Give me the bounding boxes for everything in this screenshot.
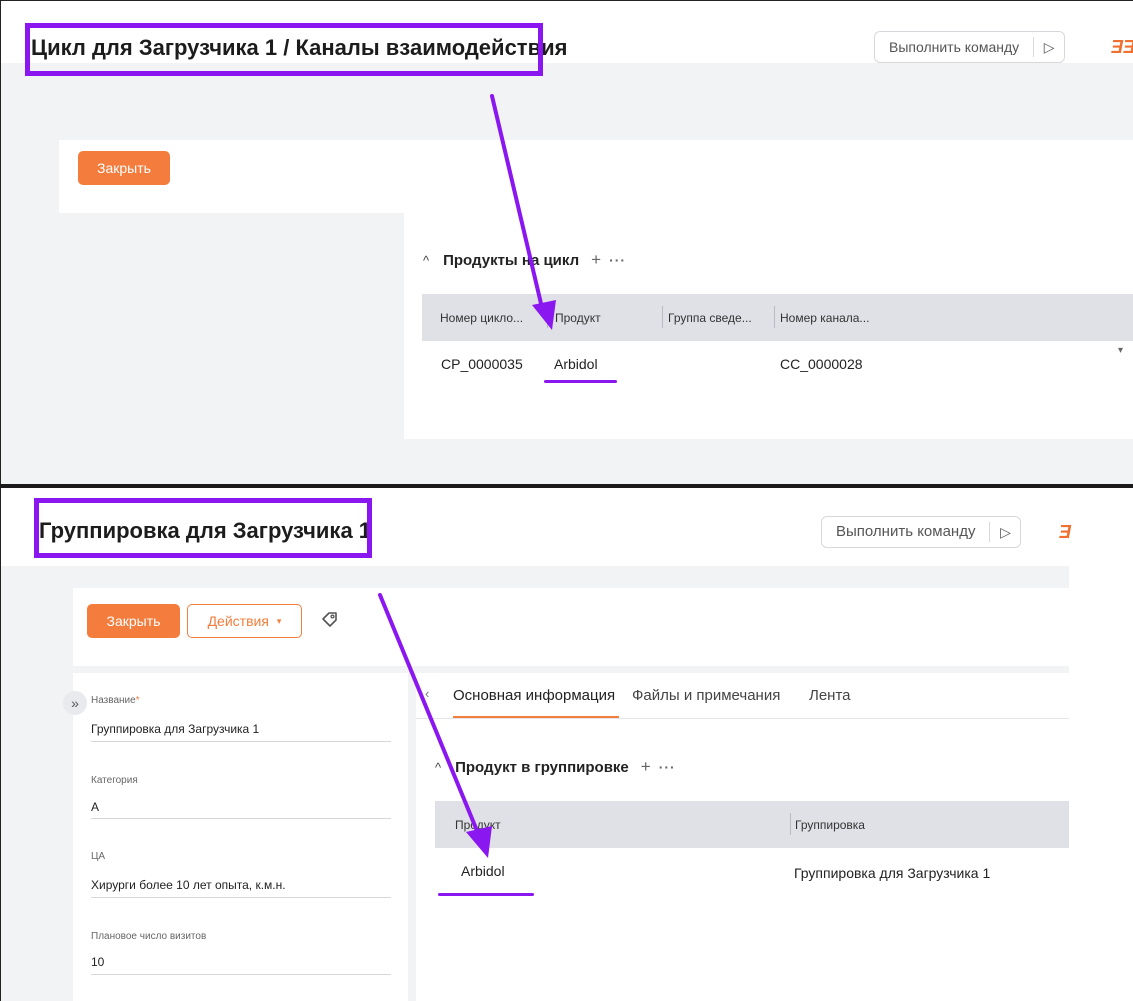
tab-main-info[interactable]: Основная информация xyxy=(453,687,615,704)
play-icon[interactable]: ▷ xyxy=(1034,39,1064,56)
play-icon[interactable]: ▷ xyxy=(990,524,1020,541)
column-header[interactable]: Группа сведе... xyxy=(668,294,752,341)
section-title: Продукты на цикл xyxy=(443,251,580,269)
annotation-underline xyxy=(438,893,534,896)
execute-command-box[interactable]: Выполнить команду ▷ xyxy=(821,516,1022,548)
toolbar-card xyxy=(59,140,1133,213)
field-underline xyxy=(91,974,391,975)
products-section-header: ^ Продукты на цикл + ··· xyxy=(423,250,626,270)
more-options-icon[interactable]: ··· xyxy=(609,252,626,268)
column-divider[interactable] xyxy=(790,813,791,835)
cycle-number-cell: CP_0000035 xyxy=(441,356,523,372)
brand-logo: ƎƎ xyxy=(1111,37,1133,57)
annotation-underline xyxy=(544,380,617,383)
column-divider[interactable] xyxy=(662,306,663,328)
column-divider[interactable] xyxy=(774,306,775,328)
product-cell[interactable]: Arbidol xyxy=(461,863,505,879)
collapse-chevron-icon[interactable]: ^ xyxy=(435,760,441,775)
brand-logo: Ǝ xyxy=(1059,522,1072,542)
field-value-planned-visits[interactable]: 10 xyxy=(91,955,104,969)
execute-command-box[interactable]: Выполнить команду ▷ xyxy=(874,31,1066,63)
field-label-planned-visits: Плановое число визитов xyxy=(91,931,207,942)
chevron-down-icon: ▾ xyxy=(276,615,282,626)
column-header[interactable]: Номер цикло... xyxy=(440,294,523,341)
annotation-title-box xyxy=(25,23,543,76)
chevron-left-icon[interactable]: ‹ xyxy=(425,686,429,701)
actions-dropdown-button[interactable]: Действия ▾ xyxy=(187,604,302,638)
product-section-header: ^ Продукт в группировке + ··· xyxy=(435,757,676,777)
annotation-title-box xyxy=(34,498,372,558)
field-underline xyxy=(91,741,391,742)
tab-files-notes[interactable]: Файлы и примечания xyxy=(632,687,780,704)
close-button[interactable]: Закрыть xyxy=(87,604,180,638)
expand-sidebar-icon[interactable]: » xyxy=(63,691,87,715)
field-label-category: Категория xyxy=(91,775,138,786)
field-underline xyxy=(91,818,391,819)
table-header: Номер цикло... Продукт Группа сведе... Н… xyxy=(422,294,1133,341)
tag-icon[interactable] xyxy=(319,610,339,635)
field-label-audience: ЦА xyxy=(91,851,106,862)
more-options-icon[interactable]: ··· xyxy=(659,759,676,775)
row-dropdown-icon[interactable]: ▾ xyxy=(1118,345,1123,356)
execute-command-input[interactable]: Выполнить команду xyxy=(875,37,1035,57)
bottom-screenshot-panel: Группировка для Загрузчика 1 Выполнить к… xyxy=(0,488,1133,1001)
tab-feed[interactable]: Лента xyxy=(809,687,851,704)
product-cell[interactable]: Arbidol xyxy=(554,356,598,372)
column-header[interactable]: Номер канала... xyxy=(780,294,869,341)
add-icon[interactable]: + xyxy=(591,250,601,270)
tabs-underline xyxy=(416,718,1069,719)
add-icon[interactable]: + xyxy=(641,757,651,777)
column-header[interactable]: Группировка xyxy=(795,801,865,848)
close-button[interactable]: Закрыть xyxy=(78,151,170,185)
column-header[interactable]: Продукт xyxy=(455,801,501,848)
column-header[interactable]: Продукт xyxy=(555,294,601,341)
channel-number-cell: CC_0000028 xyxy=(780,356,863,372)
column-divider[interactable] xyxy=(547,306,548,328)
actions-label: Действия xyxy=(207,613,269,629)
section-title: Продукт в группировке xyxy=(455,758,629,776)
execute-command-input[interactable]: Выполнить команду xyxy=(822,522,991,542)
top-screenshot-panel: Цикл для Загрузчика 1 / Каналы взаимодей… xyxy=(0,0,1133,485)
field-underline xyxy=(91,897,391,898)
collapse-chevron-icon[interactable]: ^ xyxy=(423,253,429,268)
table-header: Продукт Группировка xyxy=(435,801,1069,848)
field-value-name[interactable]: Группировка для Загрузчика 1 xyxy=(91,722,259,736)
field-value-category[interactable]: А xyxy=(91,800,99,814)
field-value-audience[interactable]: Хирурги более 10 лет опыта, к.м.н. xyxy=(91,878,286,892)
field-label-name: Название* xyxy=(91,695,140,706)
grouping-cell: Группировка для Загрузчика 1 xyxy=(794,865,991,881)
